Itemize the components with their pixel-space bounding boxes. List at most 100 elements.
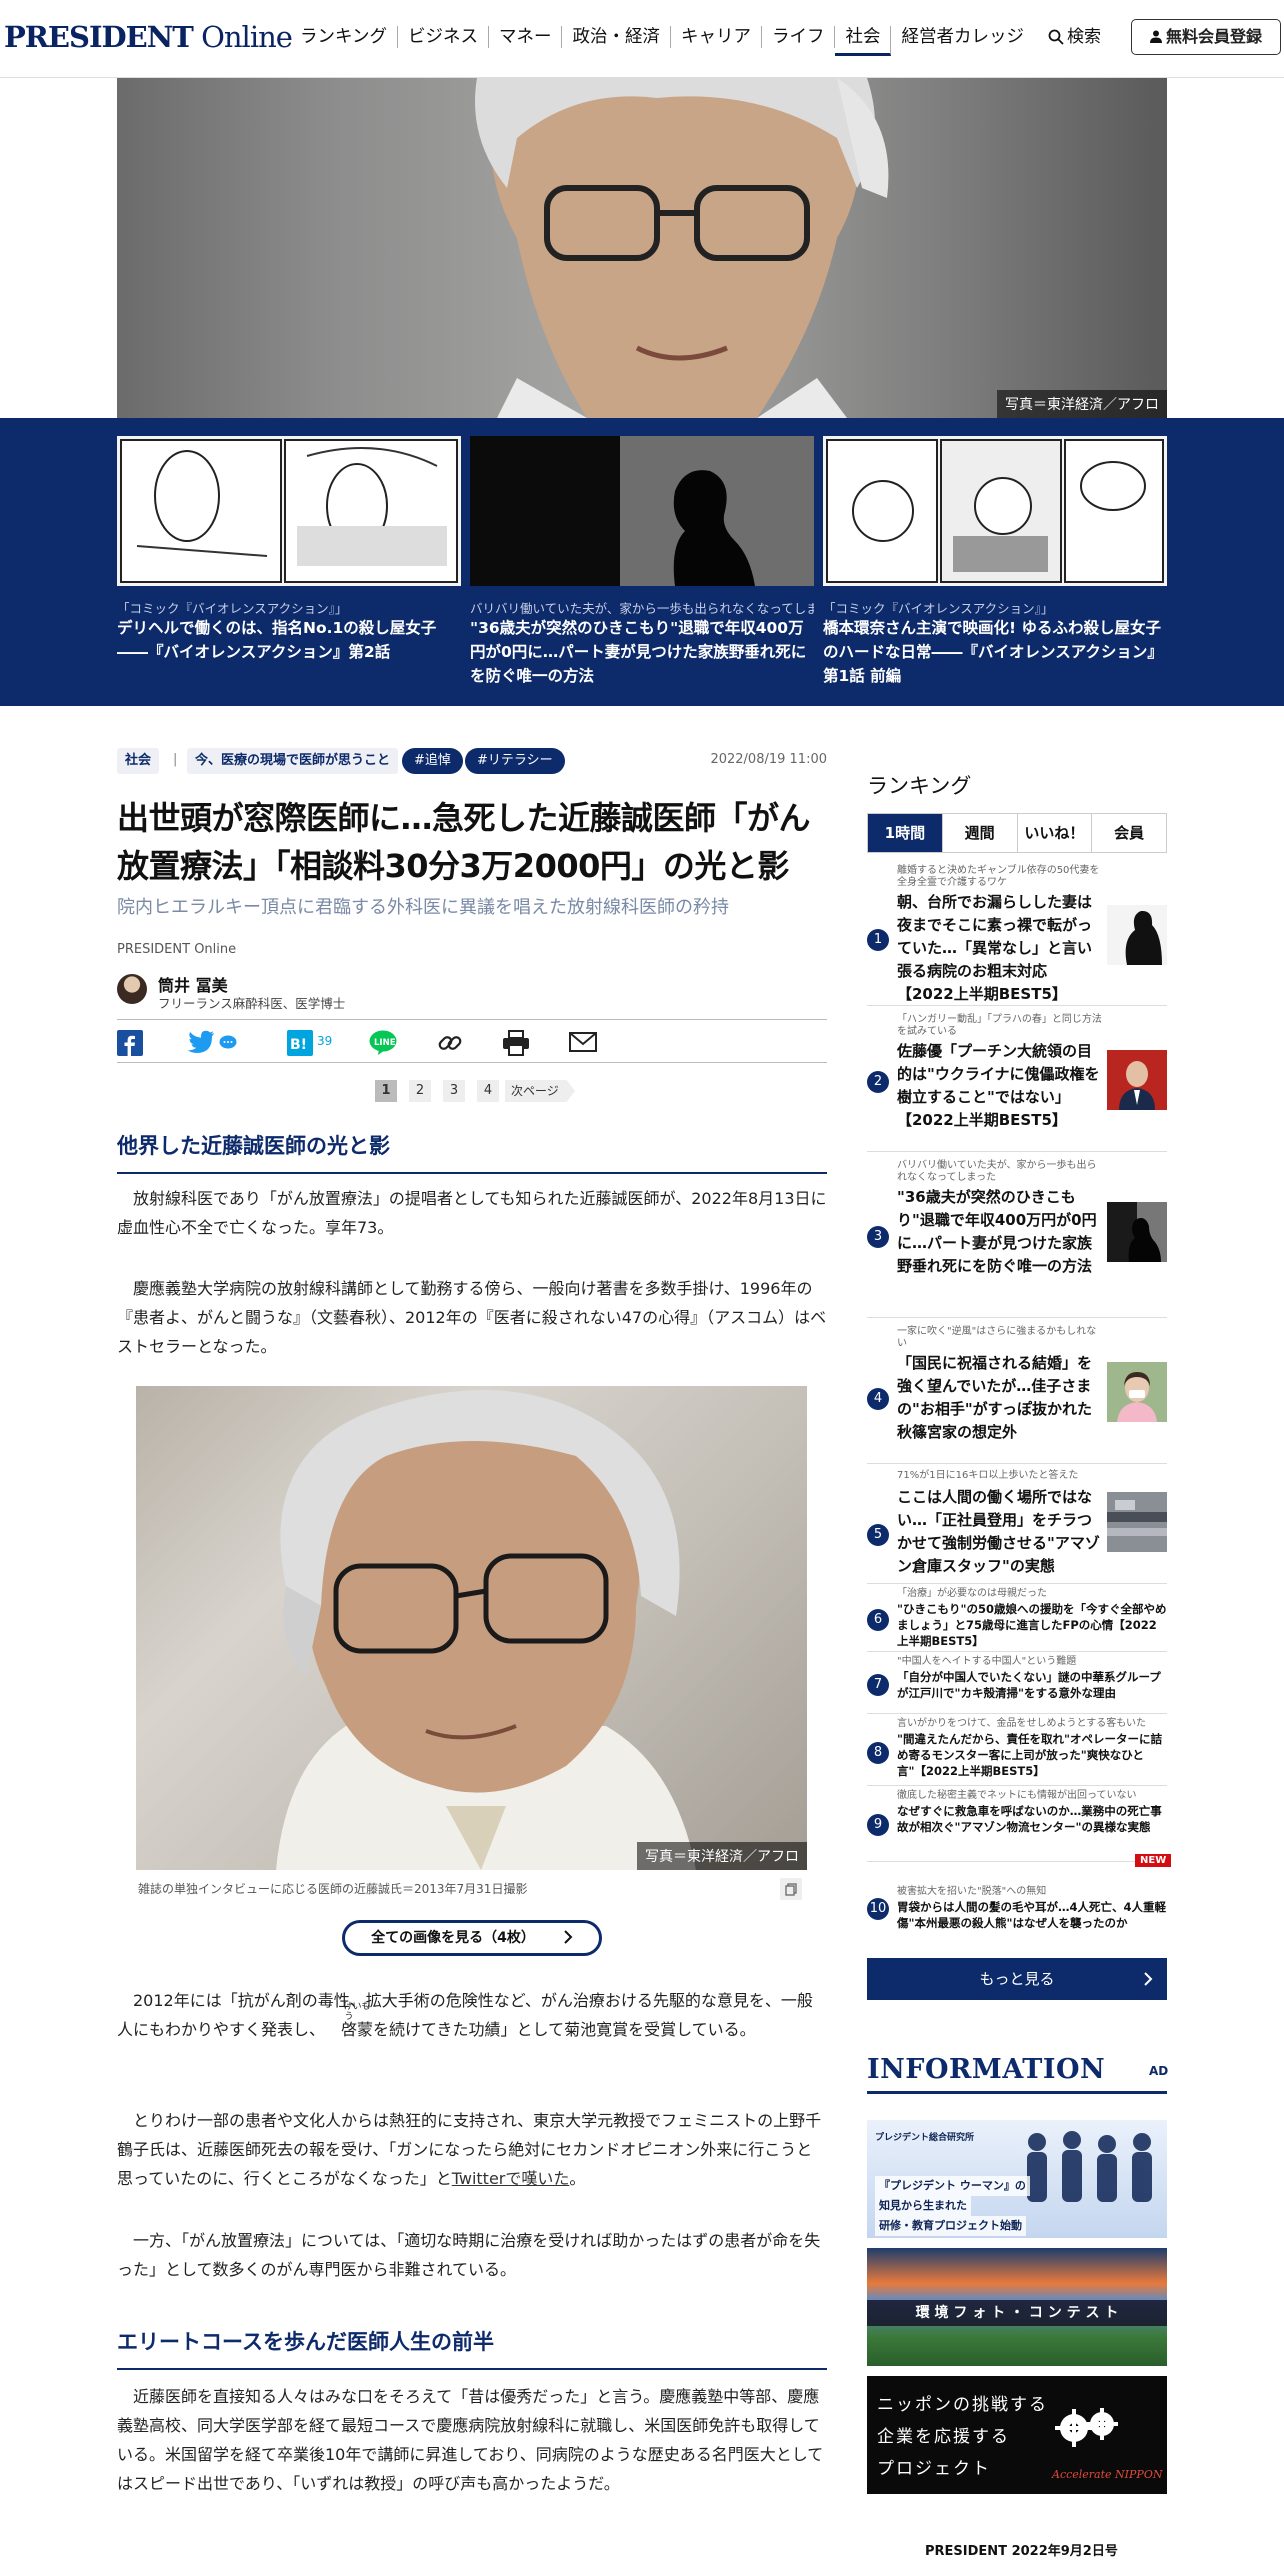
hatena-bookmark-icon[interactable]: B!	[287, 1030, 313, 1056]
nav-career[interactable]: キャリア	[671, 26, 762, 48]
site-logo[interactable]: PRESIDENT Online	[4, 20, 293, 54]
ranking-tabs: 1時間 週間 いいね！ 会員	[867, 813, 1167, 853]
rank-title: 佐藤優「プーチン大統領の目的は"ウクライナに傀儡政権を樹立すること"ではない」【…	[897, 1042, 1100, 1129]
site-header: PRESIDENT Online ランキング ビジネス マネー 政治・経済 キャ…	[0, 0, 1284, 78]
page-2[interactable]: 2	[409, 1080, 431, 1102]
tag-tsuito[interactable]: #追悼	[402, 748, 463, 774]
rank-subtitle: 被害拡大を招いた"脱落"への無知	[897, 1886, 1047, 1897]
page-3[interactable]: 3	[443, 1080, 465, 1102]
rank-number: 8	[867, 1742, 889, 1764]
carousel-item-2-category: バリバリ働いていた夫が、家から一歩も出られなくなってしまった	[470, 601, 814, 616]
chat-bubble-icon[interactable]	[219, 1034, 237, 1052]
nav-business[interactable]: ビジネス	[398, 26, 489, 48]
nav-life[interactable]: ライフ	[762, 26, 836, 48]
ranking-item[interactable]: 3 バリバリ働いていた夫が、家から一歩も出られなくなってしまった "36歳夫が突…	[867, 1152, 1167, 1318]
magazine-issue-label[interactable]: PRESIDENT 2022年9月2日号	[925, 2540, 1118, 2559]
nav-society[interactable]: 社会	[835, 26, 892, 56]
article-subtitle: 院内ヒエラルキー頂点に君臨する外科医に異議を唱えた放射線科医師の矜持	[117, 897, 729, 918]
tag-series[interactable]: 今、医療の現場で医師が思うこと	[187, 748, 399, 774]
hero-credit: 写真＝東洋経済／アフロ	[997, 390, 1167, 418]
ranking-item[interactable]: 10 被害拡大を招いた"脱落"への無知 胃袋からは人間の髪の毛や耳が…4人死亡、…	[867, 1882, 1167, 1940]
hero-image: 写真＝東洋経済／アフロ	[117, 78, 1167, 418]
carousel-item-3-title[interactable]: 橋本環奈さん主演で映画化! ゆるふわ殺し屋女子のハードな日常――『バイオレンスア…	[823, 616, 1167, 688]
author-avatar[interactable]	[117, 974, 147, 1004]
article-photo[interactable]: 写真＝東洋経済／アフロ	[136, 1386, 807, 1870]
rank-title: 朝、台所でお漏らしした妻は夜までそこに素っ裸で転がっていた…「異常なし」と言い張…	[897, 893, 1093, 1003]
more-ranking-button[interactable]: もっと見る	[867, 1958, 1167, 2000]
carousel-thumb-silhouette[interactable]	[470, 436, 814, 586]
paragraph-4-end: 。	[569, 2169, 586, 2188]
section-heading-1: 他界した近藤誠医師の光と影	[117, 1130, 827, 1174]
svg-text:B!: B!	[290, 1037, 307, 1053]
ranking-item[interactable]: 4 一家に吹く"逆風"はさらに強まるかもしれない 「国民に祝福される結婚」を強く…	[867, 1318, 1167, 1464]
rank-subtitle: 徹底した秘密主義でネットにも情報が出回っていない	[897, 1790, 1137, 1801]
print-icon[interactable]	[502, 1030, 530, 1056]
page-1[interactable]: 1	[375, 1080, 397, 1102]
line-icon[interactable]: LINE	[369, 1030, 397, 1056]
ranking-item[interactable]: 9 徹底した秘密主義でネットにも情報が出回っていない なぜすぐに救急車を呼ばない…	[867, 1786, 1167, 1862]
rank-subtitle: 言いがかりをつけて、金品をせしめようとする客もいた	[897, 1718, 1146, 1729]
rank-number: 9	[867, 1814, 889, 1836]
rank-title: "ひきこもり"の50歳娘への援助を「今すぐ全部やめましょう」と75歳母に進言した…	[897, 1602, 1167, 1648]
rank-subtitle: 離婚すると決めたギャンブル依存の50代妻を全身全霊で介護するワケ	[897, 865, 1100, 888]
section-heading-2: エリートコースを歩んだ医師人生の前半	[117, 2326, 827, 2370]
register-button[interactable]: 無料会員登録	[1131, 19, 1281, 55]
rank-subtitle: 「治療」が必要なのは母親だった	[897, 1588, 1047, 1599]
copy-icon[interactable]	[780, 1878, 802, 1900]
search-label: 検索	[1067, 27, 1101, 47]
twitter-icon[interactable]	[187, 1030, 215, 1054]
carousel-thumb-manga[interactable]	[117, 436, 461, 586]
paragraph-1: 放射線科医であり「がん放置療法」の提唱者としても知られた近藤誠医師が、2022年…	[117, 1189, 827, 1237]
tab-likes[interactable]: いいね！	[1018, 814, 1093, 852]
search-link[interactable]: 検索	[1048, 26, 1101, 48]
tag-society[interactable]: 社会	[117, 748, 160, 774]
banner-photo-contest[interactable]: 環 境 フ ォ ト ・ コ ン テ ス ト	[867, 2248, 1167, 2366]
tab-weekly[interactable]: 週間	[943, 814, 1018, 852]
tag-literacy[interactable]: #リテラシー	[465, 748, 565, 774]
ranking-heading: ランキング	[867, 774, 972, 798]
main-nav: ランキング ビジネス マネー 政治・経済 キャリア ライフ 社会 経営者カレッジ	[290, 26, 1034, 56]
rank-number: 5	[867, 1524, 889, 1546]
photo-caption: 雑誌の単独インタビューに応じる医師の近藤誠氏＝2013年7月31日撮影	[138, 1882, 528, 1896]
banner-accelerate-nippon[interactable]: ニッポンの挑戦する 企業を応援する プロジェクト Accelerate NIPP…	[867, 2376, 1167, 2494]
carousel-item-1-title[interactable]: デリヘルで働くのは、指名No.1の殺し屋女子――『バイオレンスアクション』第2話	[117, 616, 461, 664]
paragraph-6: 近藤医師を直接知る人々はみな口をそろえて「昔は優秀だった」と言う。慶應義塾中等部…	[117, 2387, 824, 2493]
tab-1hour[interactable]: 1時間	[868, 814, 943, 852]
share-bar: B! 39 LINE	[117, 1019, 827, 1063]
nav-executive-college[interactable]: 経営者カレッジ	[891, 26, 1034, 48]
page-4[interactable]: 4	[477, 1080, 499, 1102]
ranking-item[interactable]: 6 「治療」が必要なのは母親だった "ひきこもり"の50歳娘への援助を「今すぐ全…	[867, 1584, 1167, 1652]
title-line-1: 出世頭が窓際医師に…急死した近藤誠医師「がん	[117, 799, 811, 837]
ruby-base: 啓蒙	[341, 2020, 374, 2039]
author-role: フリーランス麻酔科医、医学博士	[158, 996, 346, 1011]
nav-ranking[interactable]: ランキング	[290, 26, 398, 48]
carousel-item-2-title[interactable]: "36歳夫が突然のひきこもり"退職で年収400万円が0円に…パート妻が見つけた家…	[470, 616, 814, 688]
carousel-thumb-manga-2[interactable]	[823, 436, 1167, 586]
banner-line-1: 『プレジデント ウーマン』の	[875, 2176, 1030, 2196]
twitter-link[interactable]: Twitterで嘆いた	[452, 2169, 570, 2188]
rank-number: 10	[867, 1898, 889, 1920]
svg-text:LINE: LINE	[374, 1038, 396, 1048]
banner-line-2: 知見から生まれた	[875, 2196, 971, 2216]
tab-members[interactable]: 会員	[1092, 814, 1166, 852]
ranking-item[interactable]: 1 離婚すると決めたギャンブル依存の50代妻を全身全霊で介護するワケ 朝、台所で…	[867, 863, 1167, 1006]
banner-president-woman[interactable]: プレジデント総合研究所 『プレジデント ウーマン』の 知見から生まれた 研修・教…	[867, 2120, 1167, 2238]
nav-politics-economy[interactable]: 政治・経済	[562, 26, 671, 48]
paragraph-4: とりわけ一部の患者や文化人からは熱狂的に支持され、東京大学元教授でフェミニストの…	[117, 2106, 827, 2193]
facebook-icon[interactable]	[117, 1030, 143, 1056]
banner-small: プレジデント総合研究所	[875, 2133, 975, 2143]
carousel-item-3-category: 「コミック『バイオレンスアクション』」	[823, 601, 1054, 616]
link-icon[interactable]	[437, 1030, 463, 1056]
next-page-button[interactable]: 次ページ	[505, 1080, 575, 1102]
logo-online: Online	[192, 20, 293, 54]
rank-title: なぜすぐに救急車を呼ばないのか…業務中の死亡事故が相次ぐ"アマゾン物流センター"…	[897, 1804, 1162, 1834]
ranking-item[interactable]: 5 71%が1日に16キロ以上歩いたと答えた ここは人間の働く場所ではない…「正…	[867, 1464, 1167, 1584]
view-all-images-button[interactable]: 全ての画像を見る（4枚）	[342, 1920, 602, 1956]
logo-text: PRESIDENT	[4, 20, 194, 54]
mail-icon[interactable]	[569, 1032, 597, 1052]
ranking-item[interactable]: 2 「ハンガリー動乱」「プラハの春」と同じ方法を試みている 佐藤優「プーチン大統…	[867, 1006, 1167, 1152]
ranking-item[interactable]: 8 言いがかりをつけて、金品をせしめようとする客もいた "間違えたんだから、責任…	[867, 1714, 1167, 1786]
nav-money[interactable]: マネー	[489, 26, 563, 48]
ranking-item[interactable]: 7 "中国人をヘイトする中国人"という難題 「自分が中国人でいたくない」謎の中華…	[867, 1652, 1167, 1714]
related-carousel: 「コミック『バイオレンスアクション』」 デリヘルで働くのは、指名No.1の殺し屋…	[0, 418, 1284, 706]
